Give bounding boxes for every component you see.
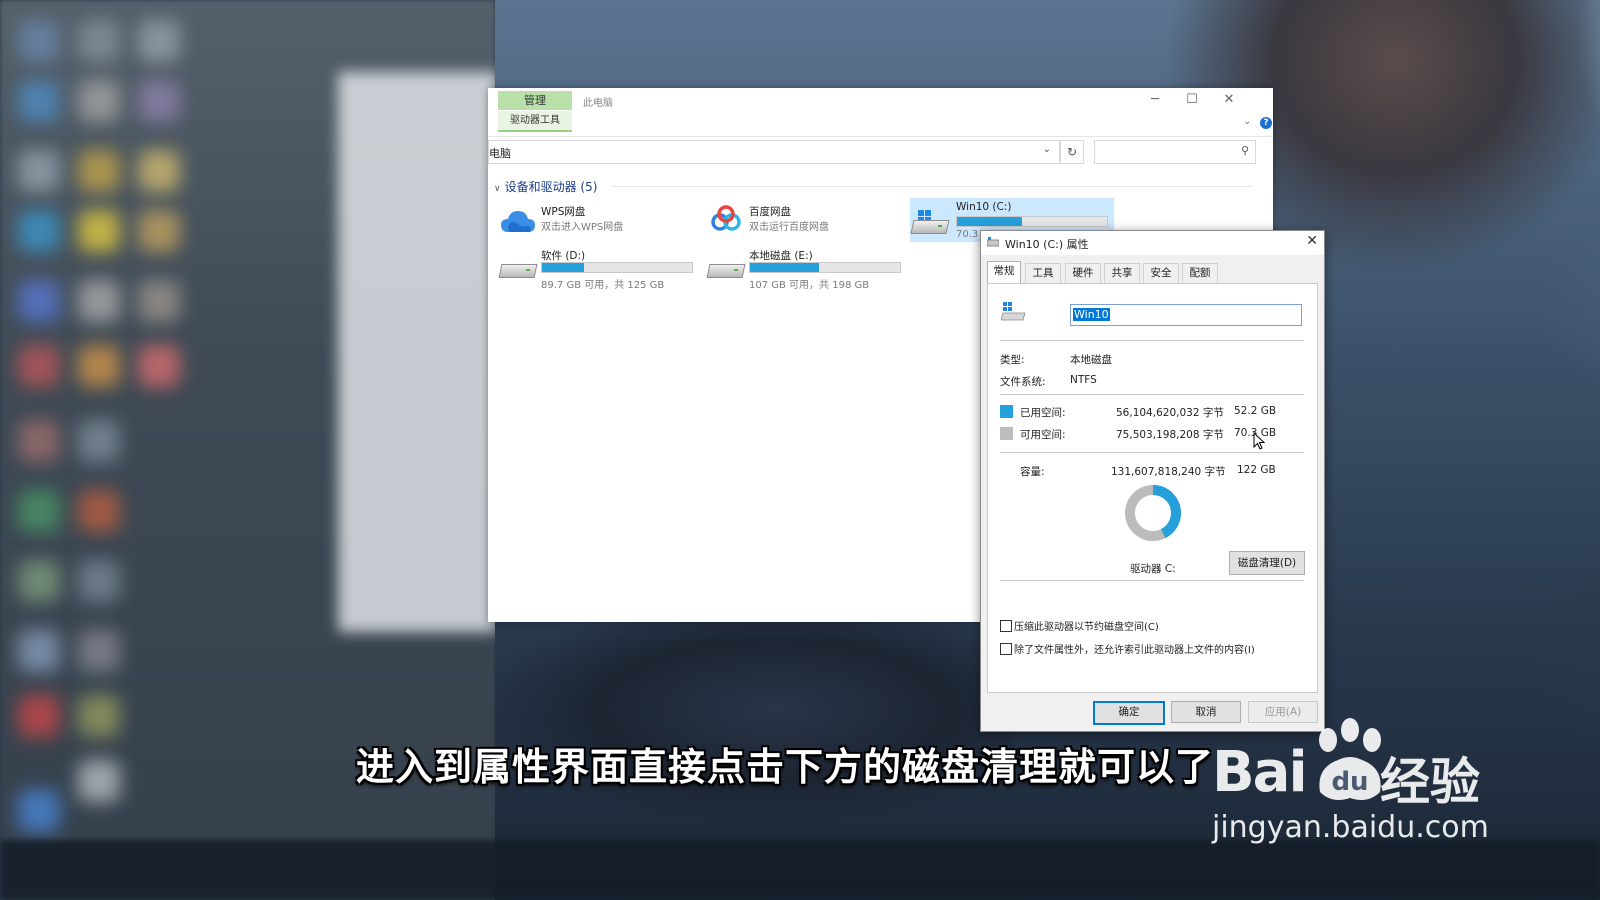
ribbon-tab-drive-tools[interactable]: 驱动器工具	[498, 111, 572, 132]
free-space-label: 可用空间:	[1020, 429, 1066, 441]
dialog-titlebar[interactable]: Win10 (C:) 属性 ✕	[981, 231, 1324, 255]
volume-name-input[interactable]: Win10	[1070, 304, 1302, 326]
type-label: 类型:	[1000, 354, 1025, 366]
ribbon-tab-manage[interactable]: 管理	[498, 91, 572, 110]
tab-quota[interactable]: 配额	[1182, 263, 1218, 283]
minimize-icon[interactable]: ─	[1140, 90, 1170, 110]
drive-icon	[910, 210, 950, 238]
used-space-bytes: 56,104,620,032 字节	[1116, 407, 1224, 419]
address-bar[interactable]: 电脑 ⌄	[488, 140, 1060, 164]
dialog-title: Win10 (C:) 属性	[1005, 238, 1089, 251]
usage-bar	[749, 262, 901, 273]
free-space-bytes: 75,503,198,208 字节	[1116, 429, 1224, 441]
item-name: 软件 (D:)	[541, 250, 586, 262]
address-text: 电脑	[489, 147, 511, 160]
drive-icon	[706, 260, 746, 282]
compress-checkbox-label[interactable]: 压缩此驱动器以节约磁盘空间(C)	[1014, 618, 1159, 633]
close-icon[interactable]: ✕	[1214, 90, 1244, 110]
disk-cleanup-button[interactable]: 磁盘清理(D)	[1229, 551, 1305, 575]
chevron-down-icon[interactable]: ⌄	[1043, 144, 1051, 155]
compress-checkbox[interactable]	[1000, 620, 1012, 632]
drive-letter-label: 驱动器 C:	[1130, 563, 1176, 575]
type-value: 本地磁盘	[1070, 354, 1112, 366]
item-subtitle: 双击运行百度网盘	[749, 222, 829, 233]
blurred-background-window	[338, 72, 498, 632]
search-icon: ⚲	[1240, 144, 1249, 157]
cloud-icon	[501, 211, 535, 232]
drive-icon	[987, 237, 999, 247]
tab-general[interactable]: 常规	[987, 261, 1021, 283]
usage-donut-chart	[1125, 485, 1181, 541]
item-name: WPS网盘	[541, 206, 586, 218]
used-space-label: 已用空间:	[1020, 407, 1066, 419]
item-name: 百度网盘	[749, 206, 791, 218]
tab-security[interactable]: 安全	[1143, 263, 1179, 283]
divider	[1000, 452, 1304, 453]
drive-d-item[interactable]: 软件 (D:) 89.7 GB 可用，共 125 GB	[498, 246, 698, 291]
index-checkbox[interactable]	[1000, 643, 1012, 655]
refresh-button[interactable]: ↻	[1060, 140, 1084, 164]
filesystem-label: 文件系统:	[1000, 376, 1046, 388]
capacity-label: 容量:	[1020, 466, 1045, 478]
divider	[1000, 580, 1304, 581]
maximize-icon[interactable]: ☐	[1177, 90, 1207, 110]
baidu-netdisk-icon	[711, 205, 741, 231]
used-space-gb: 52.2 GB	[1234, 405, 1277, 417]
watermark-url: jingyan.baidu.com	[1212, 810, 1489, 845]
item-name: Win10 (C:)	[956, 201, 1012, 213]
tab-hardware[interactable]: 硬件	[1065, 263, 1101, 283]
mouse-cursor-icon	[1253, 432, 1265, 450]
baidu-drive-item[interactable]: 百度网盘 双击运行百度网盘	[706, 202, 906, 244]
window-title: 此电脑	[583, 98, 613, 109]
free-space-swatch	[1000, 427, 1013, 440]
index-checkbox-label[interactable]: 除了文件属性外，还允许索引此驱动器上文件的内容(I)	[1014, 641, 1255, 656]
capacity-bytes: 131,607,818,240 字节	[1111, 466, 1226, 478]
ribbon: 管理 驱动器工具 此电脑 ─ ☐ ✕ ⌄ ?	[488, 88, 1273, 137]
item-subtitle: 107 GB 可用，共 198 GB	[749, 280, 870, 291]
drive-properties-dialog: Win10 (C:) 属性 ✕ 常规 工具 硬件 共享 安全 配额 Win10 …	[980, 230, 1325, 732]
wps-drive-item[interactable]: WPS网盘 双击进入WPS网盘	[498, 202, 698, 244]
watermark-logo-text: Bai	[1212, 740, 1308, 805]
tab-sharing[interactable]: 共享	[1104, 263, 1140, 283]
cancel-button[interactable]: 取消	[1171, 701, 1241, 723]
item-subtitle: 70.3	[956, 229, 979, 240]
item-subtitle: 双击进入WPS网盘	[541, 222, 624, 233]
usage-bar	[541, 262, 693, 273]
filesystem-value: NTFS	[1070, 374, 1097, 386]
capacity-gb: 122 GB	[1237, 464, 1276, 476]
chevron-down-icon[interactable]: ⌄	[1243, 116, 1251, 127]
general-tab-panel: Win10 类型: 本地磁盘 文件系统: NTFS 已用空间: 56,104,6…	[987, 283, 1318, 693]
baidu-paw-icon: du	[1319, 718, 1381, 800]
help-icon[interactable]: ?	[1260, 117, 1272, 129]
volume-name-value: Win10	[1073, 308, 1110, 321]
usage-bar	[956, 216, 1108, 227]
ok-button[interactable]: 确定	[1093, 701, 1165, 725]
drive-icon	[498, 260, 538, 282]
item-name: 本地磁盘 (E:)	[749, 250, 813, 262]
item-subtitle: 89.7 GB 可用，共 125 GB	[541, 280, 665, 291]
taskbar	[0, 840, 1600, 900]
watermark-jingyan-text: 经验	[1380, 753, 1480, 811]
search-input[interactable]: ⚲	[1094, 140, 1256, 164]
svg-text:du: du	[1331, 767, 1368, 797]
close-icon[interactable]: ✕	[1306, 233, 1318, 249]
tab-tools[interactable]: 工具	[1025, 263, 1061, 283]
chevron-down-icon: ∨	[494, 184, 501, 194]
drive-icon	[1001, 302, 1026, 321]
section-divider	[612, 186, 1252, 187]
section-header-label: 设备和驱动器 (5)	[504, 180, 598, 194]
section-header[interactable]: ∨ 设备和驱动器 (5)	[494, 178, 597, 195]
divider	[1000, 394, 1304, 395]
drive-e-item[interactable]: 本地磁盘 (E:) 107 GB 可用，共 198 GB	[706, 246, 906, 291]
divider	[1000, 340, 1304, 341]
used-space-swatch	[1000, 405, 1013, 418]
